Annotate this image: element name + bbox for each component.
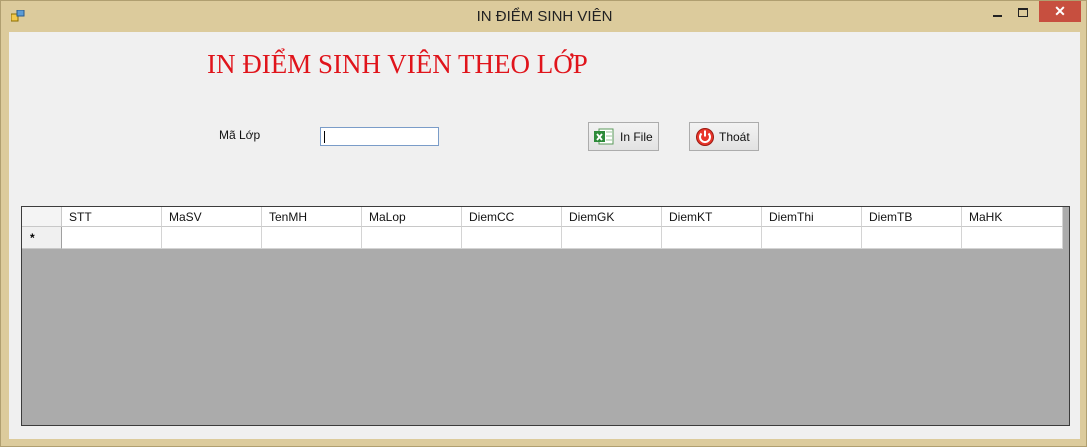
- new-row-marker[interactable]: *: [22, 227, 62, 249]
- grid-new-row: *: [22, 227, 1063, 249]
- column-header-diemkt[interactable]: DiemKT: [662, 207, 762, 227]
- minimize-icon: [993, 15, 1002, 17]
- maximize-button[interactable]: [1012, 1, 1034, 23]
- main-window: IN ĐIỂM SINH VIÊN ✕ IN ĐIỂM SINH VIÊN TH…: [0, 0, 1087, 447]
- column-header-tenmh[interactable]: TenMH: [262, 207, 362, 227]
- minimize-button[interactable]: [986, 1, 1008, 23]
- column-header-mahk[interactable]: MaHK: [962, 207, 1063, 227]
- page-title: IN ĐIỂM SINH VIÊN THEO LỚP: [207, 49, 588, 79]
- cell-diemthi[interactable]: [762, 227, 862, 249]
- thoat-button[interactable]: Thoát: [689, 122, 759, 151]
- column-header-malop[interactable]: MaLop: [362, 207, 462, 227]
- excel-icon: [594, 128, 614, 145]
- in-file-label: In File: [620, 130, 653, 144]
- column-header-diemtb[interactable]: DiemTB: [862, 207, 962, 227]
- column-header-stt[interactable]: STT: [62, 207, 162, 227]
- close-button[interactable]: ✕: [1039, 1, 1081, 22]
- thoat-label: Thoát: [719, 130, 750, 144]
- grid-corner-header[interactable]: [22, 207, 62, 227]
- cell-masv[interactable]: [162, 227, 262, 249]
- cell-diemkt[interactable]: [662, 227, 762, 249]
- text-caret: [324, 131, 325, 143]
- ma-lop-input[interactable]: [320, 127, 439, 146]
- maximize-icon: [1018, 8, 1028, 17]
- grid-header-row: STT MaSV TenMH MaLop DiemCC DiemGK DiemK…: [22, 207, 1063, 227]
- close-icon: ✕: [1054, 3, 1066, 19]
- column-header-diemcc[interactable]: DiemCC: [462, 207, 562, 227]
- form-client-area: IN ĐIỂM SINH VIÊN THEO LỚP Mã Lớp In Fil…: [9, 32, 1080, 439]
- cell-tenmh[interactable]: [262, 227, 362, 249]
- column-header-diemgk[interactable]: DiemGK: [562, 207, 662, 227]
- cell-stt[interactable]: [62, 227, 162, 249]
- diem-data-grid[interactable]: STT MaSV TenMH MaLop DiemCC DiemGK DiemK…: [21, 206, 1070, 426]
- column-header-masv[interactable]: MaSV: [162, 207, 262, 227]
- cell-mahk[interactable]: [962, 227, 1063, 249]
- cell-malop[interactable]: [362, 227, 462, 249]
- in-file-button[interactable]: In File: [588, 122, 659, 151]
- cell-diemcc[interactable]: [462, 227, 562, 249]
- column-header-diemthi[interactable]: DiemThi: [762, 207, 862, 227]
- ma-lop-label: Mã Lớp: [219, 128, 261, 142]
- power-icon: [696, 128, 714, 146]
- cell-diemtb[interactable]: [862, 227, 962, 249]
- title-bar: IN ĐIỂM SINH VIÊN ✕: [1, 1, 1087, 32]
- cell-diemgk[interactable]: [562, 227, 662, 249]
- window-title: IN ĐIỂM SINH VIÊN: [476, 8, 613, 25]
